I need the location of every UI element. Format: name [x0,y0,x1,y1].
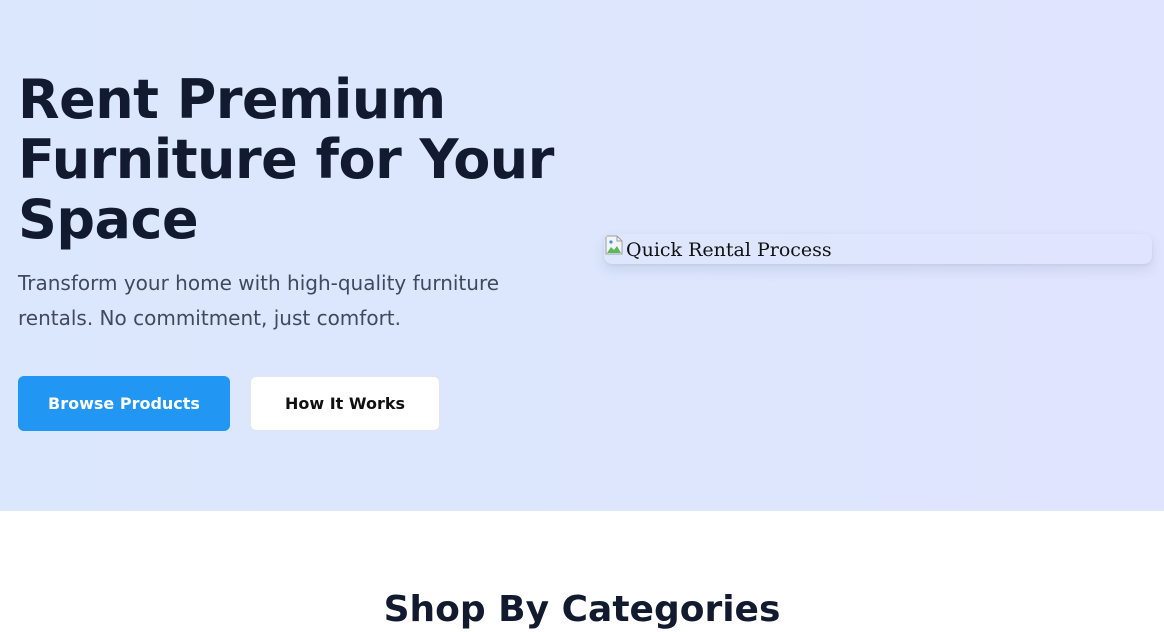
hero-image: Quick Rental Process [604,234,1152,264]
hero-image-alt-text: Quick Rental Process [626,239,832,261]
how-it-works-button[interactable]: How It Works [250,376,440,431]
hero-title: Rent Premium Furniture for Your Space [18,68,554,251]
browse-products-button[interactable]: Browse Products [18,376,230,431]
categories-section-title: Shop By Categories [383,589,781,630]
hero-subtitle: Transform your home with high-quality fu… [18,271,500,330]
broken-image-icon [605,235,623,255]
hero-section: Rent Premium Furniture for Your Space Tr… [0,0,1164,511]
